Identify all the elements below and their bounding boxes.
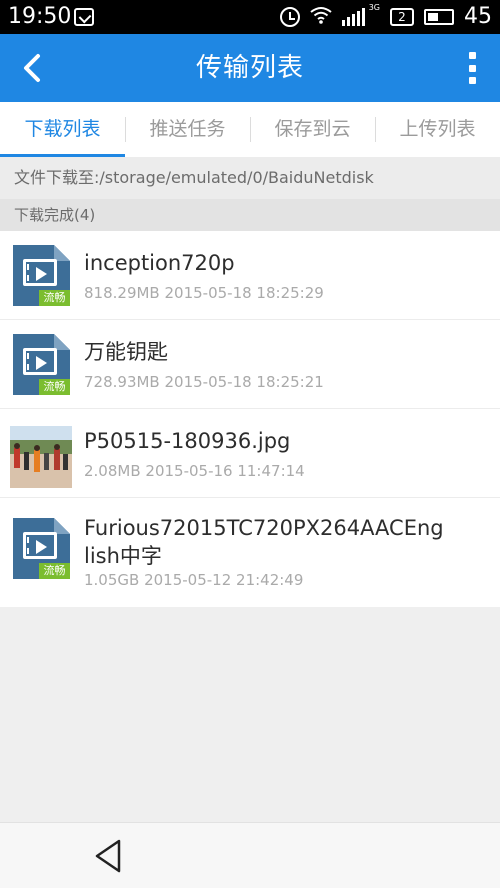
quality-badge: 流畅 xyxy=(39,290,70,306)
play-icon xyxy=(23,259,57,286)
section-header: 下载完成(4) xyxy=(0,199,500,231)
video-file-icon: 流畅 xyxy=(13,334,70,395)
list-item[interactable]: P50515-180936.jpg 2.08MB 2015-05-16 11:4… xyxy=(0,409,500,498)
status-time: 19:50 xyxy=(8,4,72,29)
status-icons: 3G 2 45 xyxy=(279,3,492,31)
file-name: P50515-180936.jpg xyxy=(84,429,291,453)
tab-save-to-cloud[interactable]: 保存到云 xyxy=(250,102,375,157)
file-meta: 728.93MB 2015-05-18 18:25:21 xyxy=(84,373,324,391)
app-bar: 传输列表 xyxy=(0,34,500,102)
tab-download-list[interactable]: 下载列表 xyxy=(0,102,125,157)
tab-bar: 下载列表 推送任务 保存到云 上传列表 xyxy=(0,102,500,157)
file-meta: 2.08MB 2015-05-16 11:47:14 xyxy=(84,462,305,480)
video-file-icon: 流畅 xyxy=(13,518,70,579)
triangle-back-icon xyxy=(95,839,121,873)
battery-level: 45 xyxy=(464,4,492,29)
list-item[interactable]: 流畅 万能钥匙 728.93MB 2015-05-18 18:25:21 xyxy=(0,320,500,409)
nav-back-button[interactable] xyxy=(91,836,127,876)
signal-icon xyxy=(341,8,365,26)
quality-badge: 流畅 xyxy=(39,563,70,579)
list-item[interactable]: 流畅 inception720p 818.29MB 2015-05-18 18:… xyxy=(0,231,500,320)
page-title: 传输列表 xyxy=(195,53,304,83)
file-name: inception720p xyxy=(84,251,235,275)
file-meta: 1.05GB 2015-05-12 21:42:49 xyxy=(84,571,304,589)
battery-fill xyxy=(428,13,438,21)
video-file-icon: 流畅 xyxy=(13,245,70,306)
network-type-label: 3G xyxy=(368,3,380,12)
sim-indicator: 2 xyxy=(390,8,414,26)
more-options-button[interactable] xyxy=(466,52,478,84)
more-vertical-icon xyxy=(468,52,476,59)
chevron-left-icon xyxy=(24,54,40,82)
quality-badge: 流畅 xyxy=(39,379,70,395)
file-meta: 818.29MB 2015-05-18 18:25:29 xyxy=(84,284,324,302)
back-button[interactable] xyxy=(14,50,50,86)
battery-icon xyxy=(424,9,454,25)
status-bar: 19:50 3G 2 45 xyxy=(0,0,500,34)
notification-icon xyxy=(74,8,94,26)
file-name: Furious72015TC720PX264AACEnglish中字 xyxy=(84,516,444,568)
wifi-icon xyxy=(310,6,332,29)
tab-push-tasks[interactable]: 推送任务 xyxy=(125,102,250,157)
alarm-icon xyxy=(279,7,300,27)
file-name: 万能钥匙 xyxy=(84,340,168,364)
file-list: 流畅 inception720p 818.29MB 2015-05-18 18:… xyxy=(0,231,500,607)
image-thumbnail xyxy=(10,426,72,488)
list-item[interactable]: 流畅 Furious72015TC720PX264AACEnglish中字 1.… xyxy=(0,498,500,607)
tab-upload-list[interactable]: 上传列表 xyxy=(375,102,500,157)
download-path: 文件下载至:/storage/emulated/0/BaiduNetdisk xyxy=(0,157,500,199)
system-nav-bar xyxy=(0,822,500,888)
play-icon xyxy=(23,348,57,375)
play-icon xyxy=(23,532,57,559)
